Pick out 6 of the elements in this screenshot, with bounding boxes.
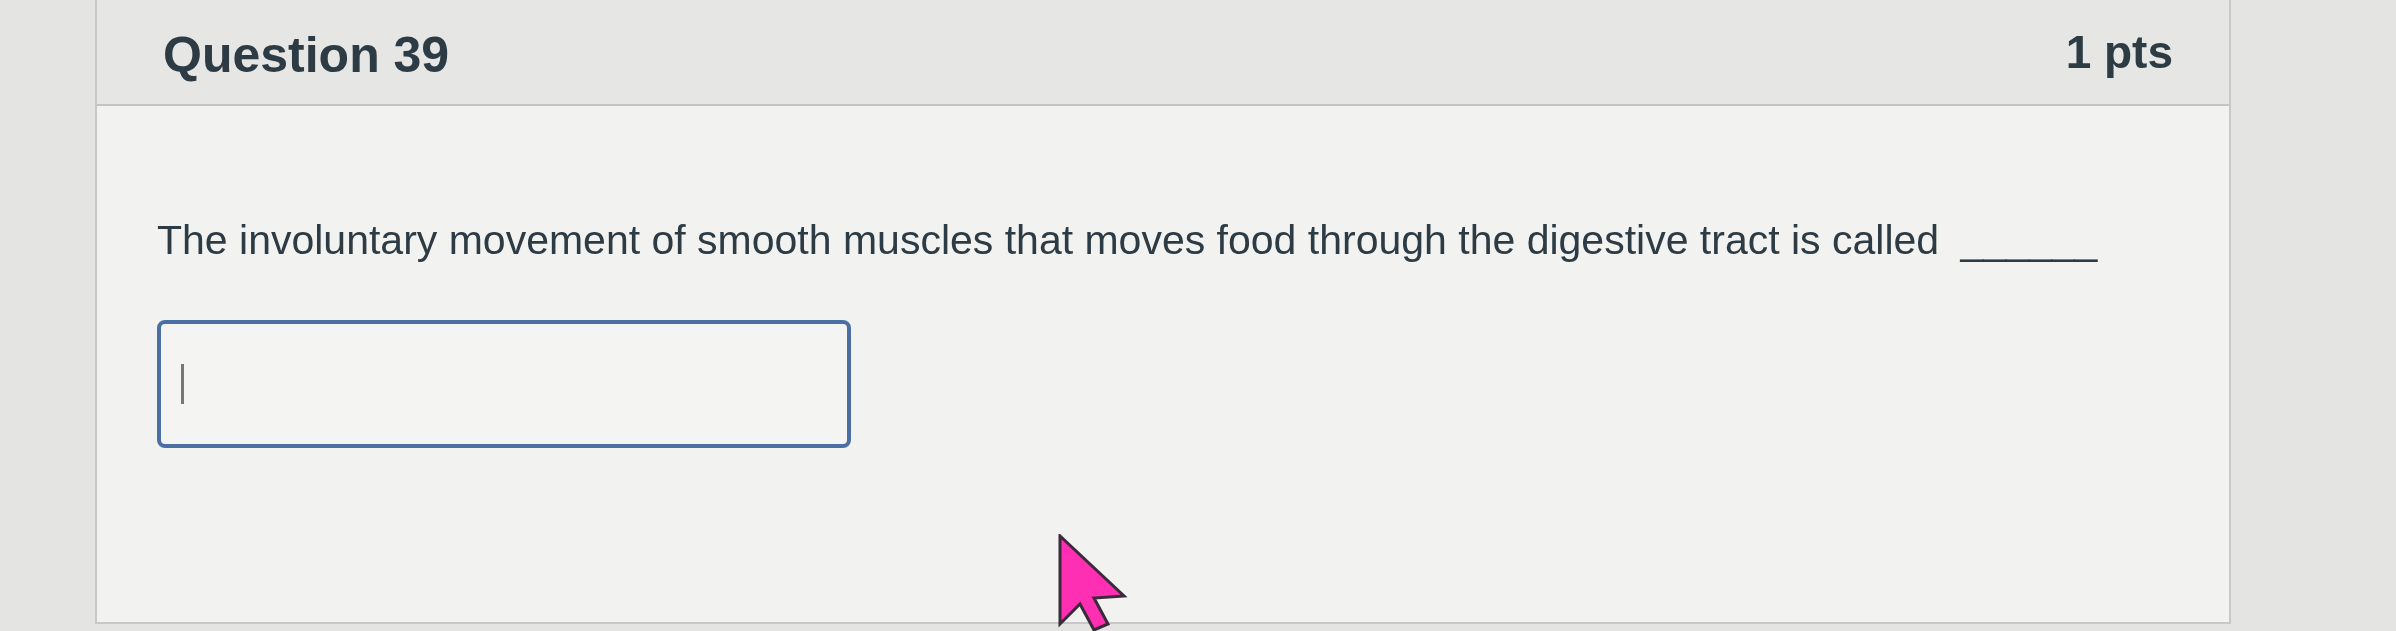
answer-field[interactable]	[157, 320, 851, 448]
text-caret	[181, 364, 184, 404]
points-label: 1 pts	[2065, 25, 2173, 80]
question-text: The involuntary movement of smooth muscles that moves food through the digestive tract is called ______	[157, 216, 2099, 265]
mouse-pointer-icon	[1058, 534, 1128, 631]
question-title: Question 39	[163, 26, 450, 85]
